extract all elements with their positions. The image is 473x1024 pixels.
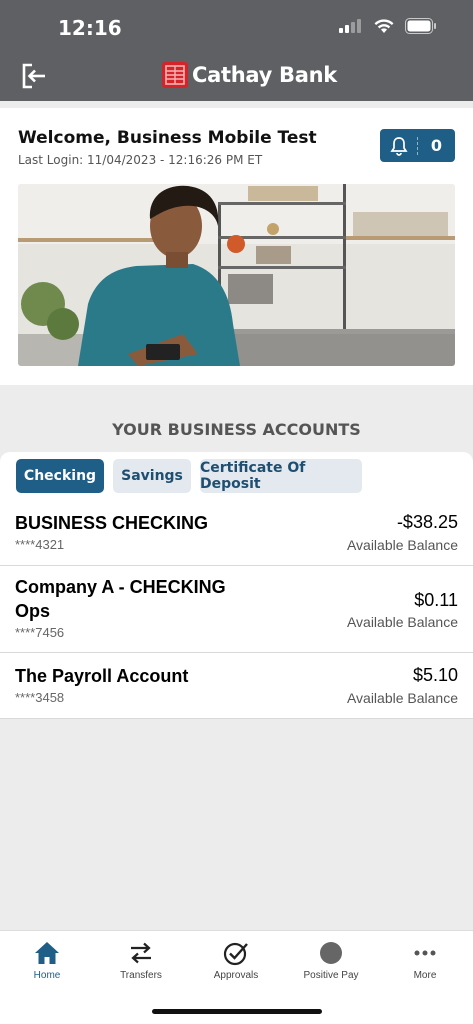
account-balance: $0.11	[414, 590, 458, 610]
tab-savings[interactable]: Savings	[113, 459, 191, 493]
nav-positive-pay[interactable]: Positive Pay	[286, 939, 376, 981]
home-indicator	[152, 1009, 322, 1014]
account-number: ****7456	[15, 625, 65, 640]
more-dots-icon	[414, 950, 436, 956]
notification-count: 0	[430, 136, 443, 155]
check-circle-icon	[223, 942, 248, 966]
wifi-icon	[374, 19, 394, 33]
account-number: ****4321	[15, 537, 65, 552]
nav-label: Positive Pay	[303, 970, 359, 981]
balance-label: Available Balance	[346, 537, 458, 553]
brand-name: Cathay Bank	[192, 63, 337, 87]
account-row-payroll[interactable]: The Payroll Account ****3458 $5.10 Avail…	[0, 653, 473, 719]
account-balance: $5.10	[412, 665, 458, 685]
status-icons	[339, 18, 437, 34]
nav-home[interactable]: Home	[2, 939, 92, 981]
account-name: The Payroll Account	[15, 666, 189, 686]
cathay-logo-icon	[162, 62, 188, 88]
nav-approvals[interactable]: Approvals	[191, 939, 281, 981]
status-time: 12:16	[58, 16, 122, 40]
nav-label: Home	[33, 970, 61, 981]
balance-label: Available Balance	[346, 690, 458, 706]
account-name: BUSINESS CHECKING	[15, 513, 209, 533]
tab-certificate-of-deposit[interactable]: Certificate Of Deposit	[200, 459, 362, 493]
transfer-arrows-icon	[131, 942, 151, 964]
account-row-company-a-checking-ops[interactable]: Company A - CHECKING Ops ****7456 $0.11 …	[0, 566, 473, 653]
app-header: 12:16 Cathay Bank	[0, 0, 473, 101]
home-icon	[35, 942, 59, 964]
account-list: BUSINESS CHECKING ****4321 -$38.25 Avail…	[0, 500, 473, 719]
accounts-section-title: YOUR BUSINESS ACCOUNTS	[112, 420, 361, 439]
nav-label: Transfers	[120, 970, 162, 981]
circle-icon	[320, 942, 342, 964]
signal-icon	[339, 19, 361, 33]
account-name-line-2: Ops	[15, 601, 51, 621]
welcome-title: Welcome, Business Mobile Test	[18, 128, 317, 148]
battery-icon	[405, 18, 436, 34]
nav-transfers[interactable]: Transfers	[96, 939, 186, 981]
welcome-card: Welcome, Business Mobile Test Last Login…	[0, 108, 473, 385]
account-number: ****3458	[15, 690, 65, 705]
notifications-button[interactable]: 0	[380, 129, 455, 162]
nav-label: More	[413, 970, 437, 981]
hero-image	[18, 184, 455, 366]
logout-icon[interactable]	[20, 62, 48, 90]
account-row-business-checking[interactable]: BUSINESS CHECKING ****4321 -$38.25 Avail…	[0, 500, 473, 566]
bell-icon	[389, 136, 408, 156]
last-login: Last Login: 11/04/2023 - 12:16:26 PM ET	[18, 153, 263, 167]
account-name: Company A - CHECKING Ops	[15, 575, 226, 623]
brand: Cathay Bank	[162, 62, 337, 88]
nav-more[interactable]: More	[380, 939, 470, 981]
tab-checking[interactable]: Checking	[16, 459, 104, 493]
account-name-line-1: Company A - CHECKING	[15, 577, 226, 597]
nav-label: Approvals	[213, 970, 259, 981]
account-balance: -$38.25	[396, 512, 458, 532]
balance-label: Available Balance	[346, 614, 458, 630]
